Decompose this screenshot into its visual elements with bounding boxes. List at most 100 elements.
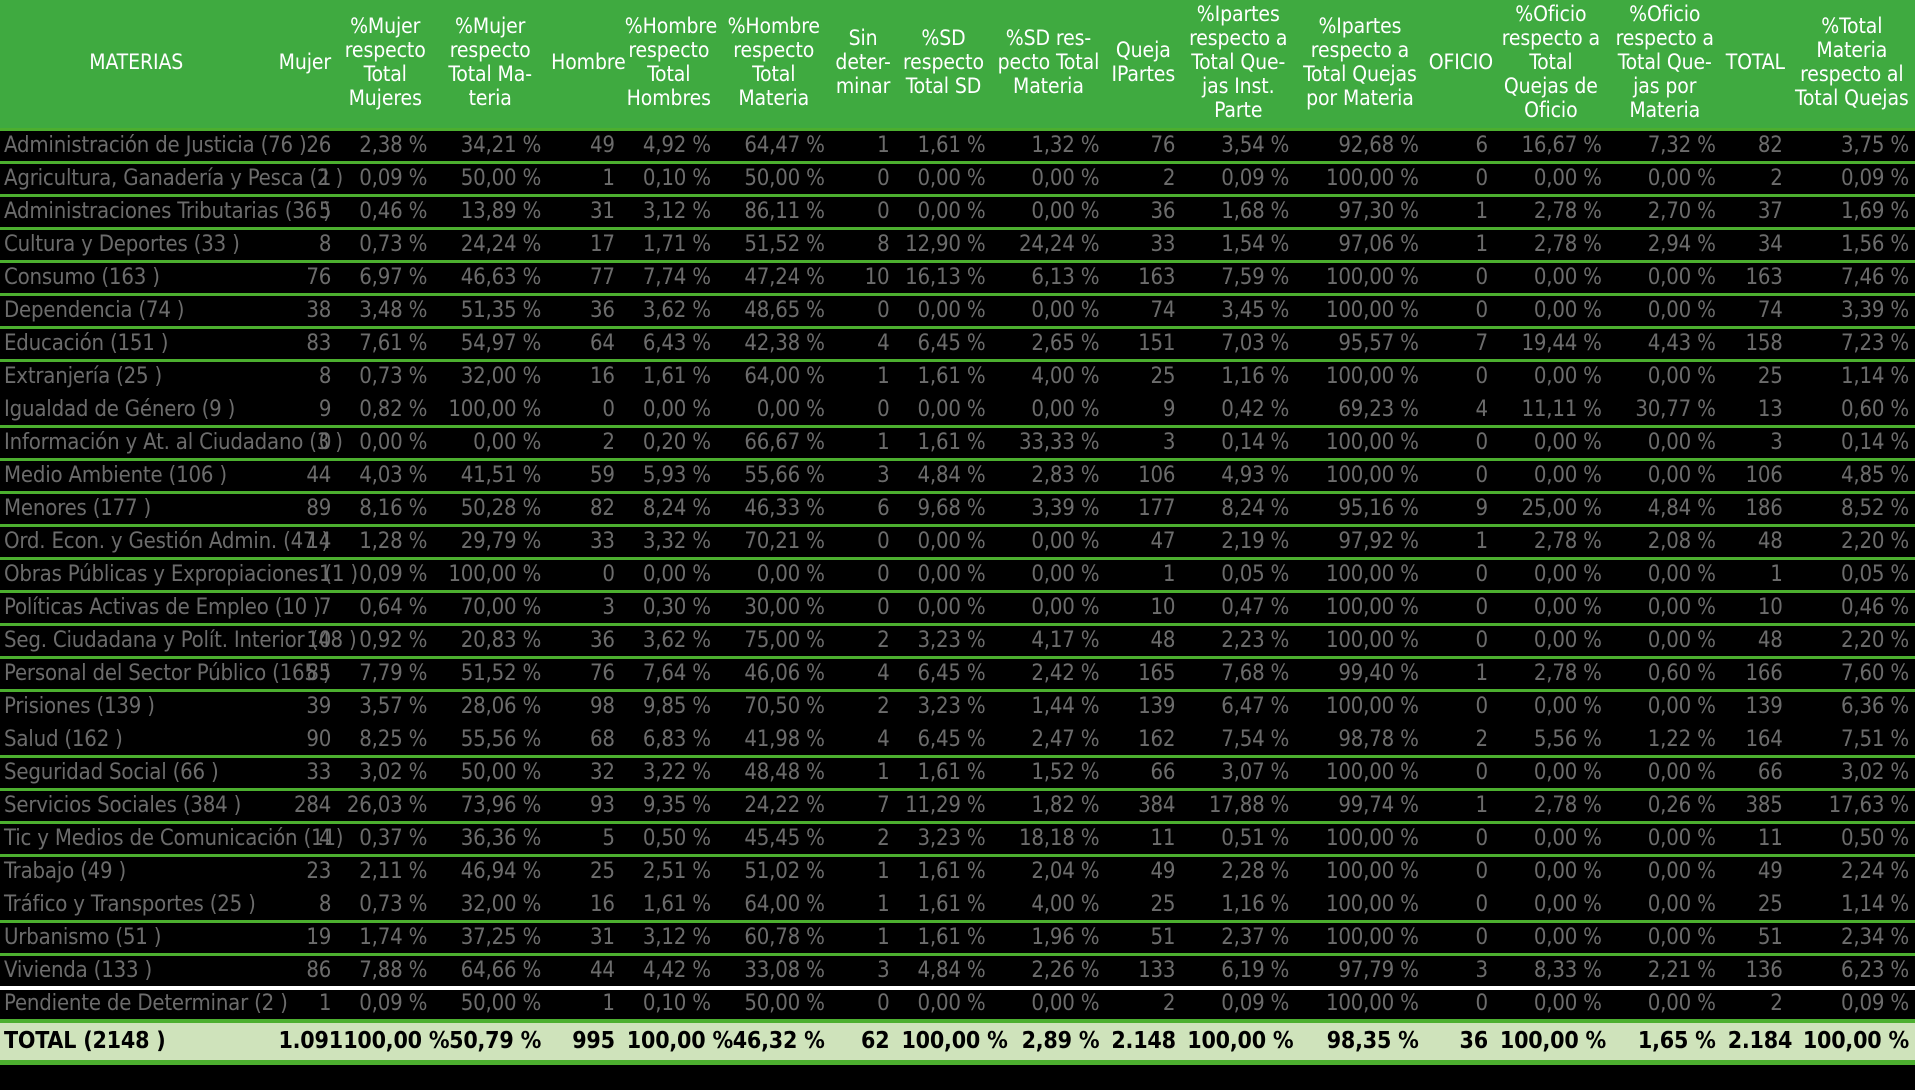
cell-value: 0,00 % <box>1493 360 1608 395</box>
cell-value: 2,20 % <box>1788 624 1915 659</box>
cell-value: 48,65 % <box>716 294 831 329</box>
col-header-materias[interactable]: MATERIAS <box>0 0 273 130</box>
cell-materia: Trabajo (49 ) <box>0 855 273 890</box>
cell-value: 9,85 % <box>620 690 717 725</box>
table-row[interactable]: Ord. Econ. y Gestión Admin. (47 ) 14 1,28 … <box>0 525 1915 560</box>
col-header-pct-oficio-total-quejas-oficio[interactable]: %Oficio respecto a Total Quejas de Ofici… <box>1493 0 1608 130</box>
cell-value: 64,00 % <box>716 360 831 395</box>
table-row[interactable]: Seg. Ciudadana y Polít. Interior (48 ) 10… <box>0 624 1915 659</box>
table-row[interactable]: Cultura y Deportes (33 ) 8 0,73 % 24,24 % 17… <box>0 228 1915 263</box>
cell-materia: Administración de Justicia (76 ) <box>0 128 307 164</box>
table-row[interactable]: Menores (177 ) 89 8,16 % 50,28 % 82 8,24 % 46,… <box>0 492 1915 527</box>
col-header-pct-hombre-total-hombres[interactable]: %Hombre respecto Total Hombres <box>620 0 717 130</box>
table-row[interactable]: Trabajo (49 ) 23 2,11 % 46,94 % 25 2,51 % 51,0… <box>0 855 1915 890</box>
cell-value: 100,00 % <box>1295 162 1425 197</box>
table-row[interactable]: Personal del Sector Público (165 ) 85 7,79… <box>0 657 1915 692</box>
table-row[interactable]: Tic y Medios de Comunicación (11) 4 0,37 %… <box>0 822 1915 857</box>
cell-value: 100,00 % <box>1295 888 1425 923</box>
table-row[interactable]: Políticas Activas de Empleo (10 ) 7 0,64 %… <box>0 591 1915 626</box>
col-header-pct-mujer-total-materia[interactable]: %Mujer respecto Total Ma-teria <box>433 0 548 130</box>
cell-value: 8,52 % <box>1788 492 1915 527</box>
cell-value: 4,84 % <box>895 954 992 990</box>
cell-value: 0,00 % <box>1607 624 1722 659</box>
col-header-hombre[interactable]: Hombre <box>547 0 626 130</box>
cell-value: 4,84 % <box>1607 492 1722 527</box>
table-row[interactable]: Extranjería (25 ) 8 0,73 % 32,00 % 16 1,61 % 6… <box>0 360 1915 395</box>
col-header-pct-oficio-total-quejas-materia[interactable]: %Oficio respecto a Total Que-jas por Mat… <box>1607 0 1722 130</box>
cell-materia: Salud (162 ) <box>0 723 273 758</box>
table-row[interactable]: Administraciones Tributarias (36 ) 5 0,46 … <box>0 195 1915 230</box>
table-row[interactable]: Educación (151 ) 83 7,61 % 54,97 % 64 6,43 % 4… <box>0 327 1915 362</box>
cell-value: 16 <box>547 888 621 923</box>
cell-value: 3 <box>547 591 621 626</box>
cell-value: 59 <box>547 459 621 494</box>
table-row[interactable]: Salud (162 ) 90 8,25 % 55,56 % 68 6,83 % 41,98… <box>0 723 1915 758</box>
col-header-pct-sd-total-materia[interactable]: %SD res-pecto Total Materia <box>991 0 1106 130</box>
col-header-total[interactable]: TOTAL <box>1721 0 1789 130</box>
table-row[interactable]: Obras Públicas y Expropiaciones (1 ) 1 0,0… <box>0 558 1915 593</box>
col-header-pct-mujer-total-mujeres[interactable]: %Mujer respecto Total Mujeres <box>337 0 434 130</box>
cell-materia: Personal del Sector Público (165 ) <box>0 657 331 692</box>
cell-value: 139 <box>1721 690 1789 725</box>
cell-value: 3,62 % <box>620 624 717 659</box>
col-header-pct-total-materia-total-quejas[interactable]: %Total Materia respecto al Total Quejas <box>1788 0 1915 130</box>
cell-value: 2 <box>1424 723 1494 758</box>
col-header-pct-ipartes-total-quejas-inst-parte[interactable]: %Ipartes respecto a Total Que-jas Inst. … <box>1181 0 1296 130</box>
cell-value: 98,78 % <box>1295 723 1425 758</box>
cell-value: 0 <box>547 558 621 593</box>
table-row[interactable]: Igualdad de Género (9 ) 9 0,82 % 100,00 % 0 0… <box>0 393 1915 428</box>
cell-value: 6,45 % <box>895 657 992 692</box>
col-header-pct-hombre-total-materia[interactable]: %Hombre respecto Total Materia <box>716 0 831 130</box>
table-row[interactable]: Pendiente de Determinar (2 ) 1 0,09 % 50,00… <box>0 987 1915 1022</box>
cell-value: 1,61 % <box>895 756 992 791</box>
col-header-queja-ipartes[interactable]: Queja IPartes <box>1105 0 1182 130</box>
table-row[interactable]: Dependencia (74 ) 38 3,48 % 51,35 % 36 3,62 %… <box>0 294 1915 329</box>
cell-value: 1,71 % <box>620 228 717 263</box>
table-row[interactable]: Administración de Justicia (76 ) 26 2,38 %… <box>0 128 1915 164</box>
col-header-oficio[interactable]: OFICIO <box>1424 0 1494 130</box>
cell-value: 6 <box>1424 128 1494 164</box>
col-header-pct-sd-total-sd[interactable]: %SD respecto Total SD <box>895 0 992 130</box>
table-row[interactable]: Urbanismo (51 ) 19 1,74 % 37,25 % 31 3,12 % 60… <box>0 921 1915 956</box>
cell-value: 95,57 % <box>1295 327 1425 362</box>
cell-value: 34,21 % <box>433 128 548 164</box>
table-row[interactable]: Tráfico y Transportes (25 ) 8 0,73 % 32,00 … <box>0 888 1915 923</box>
table-row[interactable]: Vivienda (133 ) 86 7,88 % 64,66 % 44 4,42 % 33… <box>0 954 1915 990</box>
cell-value: 50,00 % <box>716 987 831 1022</box>
cell-value: 32,00 % <box>433 360 548 395</box>
cell-value: 0,00 % <box>991 393 1106 428</box>
cell-value: 6,23 % <box>1788 954 1915 990</box>
table-row[interactable]: Medio Ambiente (106 ) 44 4,03 % 41,51 % 59 5,… <box>0 459 1915 494</box>
table-row[interactable]: Prisiones (139 ) 39 3,57 % 28,06 % 98 9,85 % 7… <box>0 690 1915 725</box>
cell-value: 0,73 % <box>337 888 434 923</box>
cell-materia: Extranjería (25 ) <box>0 360 273 395</box>
cell-value: 0,00 % <box>620 393 717 428</box>
table-row[interactable]: Información y At. al Ciudadano (3 ) 0 0,00… <box>0 426 1915 461</box>
col-header-mujer[interactable]: Mujer <box>272 0 338 130</box>
cell-value: 46,94 % <box>433 855 548 890</box>
table-row[interactable]: Seguridad Social (66 ) 33 3,02 % 50,00 % 32 3… <box>0 756 1915 791</box>
cell-value: 0,09 % <box>337 987 434 1022</box>
col-header-pct-ipartes-total-quejas-materia[interactable]: %Ipartes respecto a Total Quejas por Mat… <box>1295 0 1425 130</box>
cell-value: 0,00 % <box>1607 261 1722 296</box>
cell-materia: Educación (151 ) <box>0 327 273 362</box>
cell-value: 8 <box>272 360 338 395</box>
table-row[interactable]: Agricultura, Ganadería y Pesca (2 ) 1 0,09… <box>0 162 1915 197</box>
cell-value: 7,88 % <box>337 954 434 990</box>
table-row[interactable]: Servicios Sociales (384 ) 284 26,03 % 73,96… <box>0 789 1915 824</box>
cell-value: 0,00 % <box>1607 162 1722 197</box>
cell-value: 0,00 % <box>991 195 1106 230</box>
cell-value: 2,78 % <box>1493 228 1608 263</box>
cell-value: 50,28 % <box>433 492 548 527</box>
table-row[interactable]: Consumo (163 ) 76 6,97 % 46,63 % 77 7,74 % 47,… <box>0 261 1915 296</box>
col-header-sin-determinar[interactable]: Sin deter-minar <box>830 0 896 130</box>
cell-value: 0,00 % <box>337 426 434 461</box>
total-value: 1.091 <box>272 1018 343 1065</box>
cell-value: 0,00 % <box>991 591 1106 626</box>
cell-value: 1,61 % <box>895 921 992 956</box>
cell-value: 7,54 % <box>1181 723 1296 758</box>
table-body: Administración de Justicia (76 ) 2 6 2,38 %… <box>0 128 1915 1065</box>
cell-value: 45,45 % <box>716 822 831 857</box>
cell-value: 4,17 % <box>991 624 1106 659</box>
total-value: 995 <box>547 1018 621 1065</box>
